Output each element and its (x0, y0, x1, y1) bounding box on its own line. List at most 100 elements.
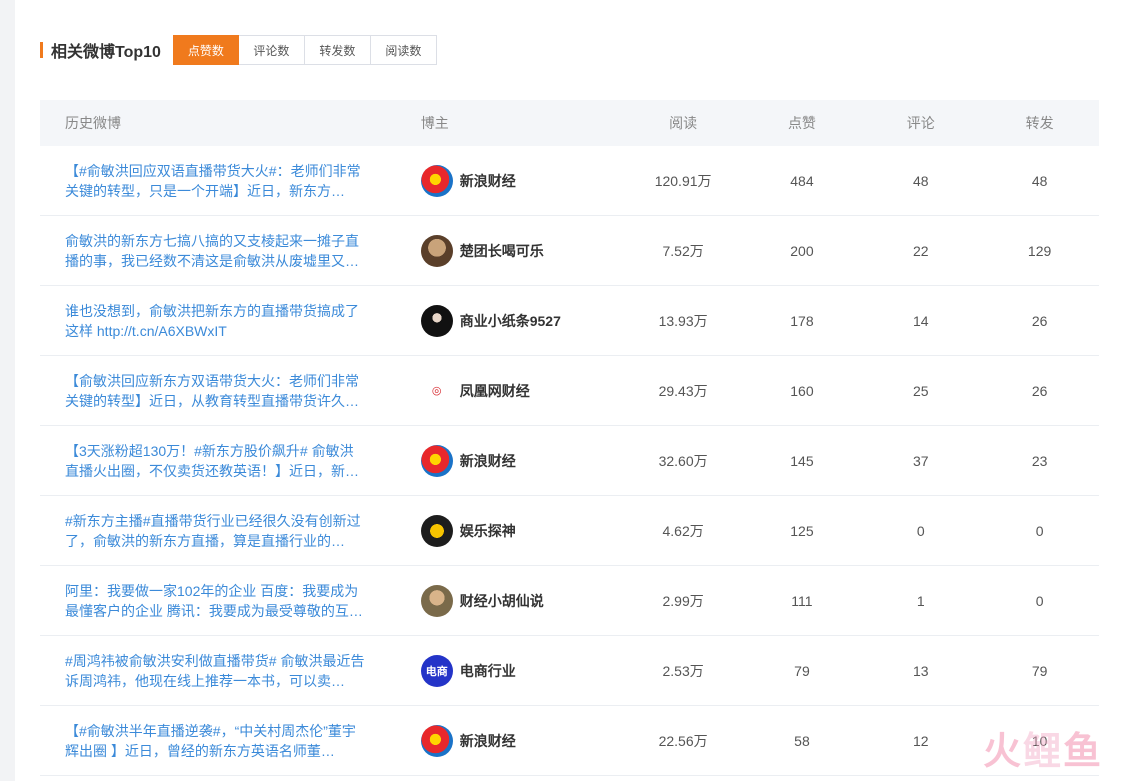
table-row: #新东方主播#直播带货行业已经很久没有创新过了，俞敏洪的新东方直播，算是直播行业… (40, 496, 1099, 566)
blogger-name[interactable]: 新浪财经 (460, 731, 516, 751)
top-weibo-table: 历史微博 博主 阅读 点赞 评论 转发 【#俞敏洪回应双语直播带货大火#：老师们… (40, 100, 1099, 776)
blogger-cell: 财经小胡仙说 (396, 584, 624, 617)
blogger-name[interactable]: 财经小胡仙说 (460, 591, 544, 611)
likes-value: 160 (790, 382, 814, 399)
section-title: 相关微博Top10 (51, 44, 161, 61)
weibo-link[interactable]: 阿里：我要做一家102年的企业 百度：我要成为最懂客户的企业 腾讯：我要成为最受… (65, 581, 365, 621)
table-row: 【3天涨粉超130万！#新东方股价飙升# 俞敏洪直播火出圈，不仅卖货还教英语！】… (40, 426, 1099, 496)
weibo-cell: 【俞敏洪回应新东方双语带货大火：老师们非常关键的转型】近日，从教育转型直播带货许… (40, 371, 396, 411)
weibo-link[interactable]: #周鸿祎被俞敏洪安利做直播带货# 俞敏洪最近告诉周鸿祎，他现在线上推荐一本书，可… (65, 651, 365, 691)
reads-value: 2.99万 (662, 592, 704, 609)
column-header-weibo: 历史微博 (65, 115, 121, 131)
left-sidebar-strip (0, 0, 15, 781)
column-header-comments: 评论 (906, 115, 935, 131)
ecommerce-logo-icon[interactable]: 电商 (420, 654, 453, 687)
blogger-name[interactable]: 楚团长喝可乐 (460, 241, 544, 261)
sort-tabs: 点赞数 评论数 转发数 阅读数 (172, 35, 437, 65)
reads-value: 32.60万 (658, 452, 708, 469)
tab-reads[interactable]: 阅读数 (370, 35, 437, 65)
blogger-cell: 新浪财经 (396, 724, 624, 757)
reads-value: 7.52万 (662, 242, 704, 259)
weibo-cell: 【3天涨粉超130万！#新东方股价飙升# 俞敏洪直播火出圈，不仅卖货还教英语！】… (40, 441, 396, 481)
weibo-link[interactable]: #新东方主播#直播带货行业已经很久没有创新过了，俞敏洪的新东方直播，算是直播行业… (65, 511, 365, 551)
entertainment-logo-icon[interactable] (420, 514, 453, 547)
blogger-name[interactable]: 新浪财经 (460, 451, 516, 471)
table-row: 俞敏洪的新东方七搞八搞的又支棱起来一摊子直播的事，我已经数不清这是俞敏洪从废墟里… (40, 216, 1099, 286)
reposts-value: 0 (1035, 522, 1044, 539)
reposts-value: 26 (1031, 382, 1048, 399)
weibo-cell: #周鸿祎被俞敏洪安利做直播带货# 俞敏洪最近告诉周鸿祎，他现在线上推荐一本书，可… (40, 651, 396, 691)
ifeng-logo-icon[interactable]: ◎ (420, 374, 453, 407)
reads-value: 120.91万 (654, 172, 712, 189)
reads-value: 2.53万 (662, 662, 704, 679)
blogger-name[interactable]: 娱乐探神 (460, 521, 516, 541)
reads-value: 22.56万 (658, 732, 708, 749)
watermark-char-3: 鱼 (1062, 729, 1103, 773)
reposts-value: 26 (1031, 312, 1048, 329)
weibo-cell: 谁也没想到，俞敏洪把新东方的直播带货搞成了这样 http://t.cn/A6XB… (40, 301, 396, 341)
blogger-name[interactable]: 凤凰网财经 (460, 381, 530, 401)
blogger-cell: 新浪财经 (396, 164, 624, 197)
tab-likes[interactable]: 点赞数 (172, 35, 239, 65)
likes-value: 79 (794, 662, 810, 679)
likes-value: 484 (790, 172, 814, 189)
table-row: 【俞敏洪回应新东方双语带货大火：老师们非常关键的转型】近日，从教育转型直播带货许… (40, 356, 1099, 426)
weibo-cell: 【#俞敏洪回应双语直播带货大火#：老师们非常关键的转型，只是一个开端】近日，新东… (40, 161, 396, 201)
comments-value: 22 (912, 242, 929, 259)
comments-value: 13 (912, 662, 929, 679)
blogger-name[interactable]: 新浪财经 (460, 171, 516, 191)
blogger-name[interactable]: 商业小纸条9527 (460, 311, 561, 331)
blogger-name[interactable]: 电商行业 (460, 661, 516, 681)
likes-value: 58 (794, 732, 810, 749)
likes-value: 111 (791, 592, 813, 609)
weibo-link[interactable]: 【3天涨粉超130万！#新东方股价飙升# 俞敏洪直播火出圈，不仅卖货还教英语！】… (65, 441, 365, 481)
likes-value: 178 (790, 312, 814, 329)
table-header: 历史微博 博主 阅读 点赞 评论 转发 (40, 100, 1099, 146)
blogger-cell: 电商 电商行业 (396, 654, 624, 687)
comments-value: 25 (912, 382, 929, 399)
monkey-avatar-icon[interactable] (420, 234, 453, 267)
weibo-link[interactable]: 【#俞敏洪半年直播逆袭#，“中关村周杰伦”董宇辉出圈 】近日，曾经的新东方英语名… (65, 721, 365, 761)
comments-value: 1 (916, 592, 925, 609)
weibo-cell: #新东方主播#直播带货行业已经很久没有创新过了，俞敏洪的新东方直播，算是直播行业… (40, 511, 396, 551)
blogger-cell: 商业小纸条9527 (396, 304, 624, 337)
likes-value: 200 (790, 242, 814, 259)
reposts-value: 129 (1027, 242, 1052, 259)
reads-value: 29.43万 (658, 382, 708, 399)
sina-eye-icon[interactable] (420, 724, 453, 757)
weibo-cell: 【#俞敏洪半年直播逆袭#，“中关村周杰伦”董宇辉出圈 】近日，曾经的新东方英语名… (40, 721, 396, 761)
watermark-logo: 火鲤鱼 (983, 720, 1103, 775)
table-row: 【#俞敏洪回应双语直播带货大火#：老师们非常关键的转型，只是一个开端】近日，新东… (40, 146, 1099, 216)
weibo-cell: 俞敏洪的新东方七搞八搞的又支棱起来一摊子直播的事，我已经数不清这是俞敏洪从废墟里… (40, 231, 396, 271)
weibo-link[interactable]: 俞敏洪的新东方七搞八搞的又支棱起来一摊子直播的事，我已经数不清这是俞敏洪从废墟里… (65, 231, 365, 271)
reads-value: 13.93万 (658, 312, 708, 329)
person-avatar-icon[interactable] (420, 304, 453, 337)
section-accent-bar (40, 42, 43, 58)
watermark-char-2: 鲤 (1022, 729, 1063, 773)
sina-eye-icon[interactable] (420, 164, 453, 197)
column-header-reposts: 转发 (1025, 115, 1054, 131)
weibo-cell: 阿里：我要做一家102年的企业 百度：我要成为最懂客户的企业 腾讯：我要成为最受… (40, 581, 396, 621)
table-body: 【#俞敏洪回应双语直播带货大火#：老师们非常关键的转型，只是一个开端】近日，新东… (40, 146, 1099, 776)
blogger-cell: 新浪财经 (396, 444, 624, 477)
table-row: 谁也没想到，俞敏洪把新东方的直播带货搞成了这样 http://t.cn/A6XB… (40, 286, 1099, 356)
weibo-link[interactable]: 谁也没想到，俞敏洪把新东方的直播带货搞成了这样 http://t.cn/A6XB… (65, 301, 365, 341)
sina-eye-icon[interactable] (420, 444, 453, 477)
weibo-link[interactable]: 【#俞敏洪回应双语直播带货大火#：老师们非常关键的转型，只是一个开端】近日，新东… (65, 161, 365, 201)
likes-value: 145 (790, 452, 814, 469)
comments-value: 37 (912, 452, 929, 469)
column-header-blogger: 博主 (420, 115, 449, 131)
table-row: 阿里：我要做一家102年的企业 百度：我要成为最懂客户的企业 腾讯：我要成为最受… (40, 566, 1099, 636)
tab-reposts[interactable]: 转发数 (304, 35, 371, 65)
reposts-value: 48 (1031, 172, 1048, 189)
comments-value: 48 (912, 172, 929, 189)
comments-value: 12 (912, 732, 929, 749)
column-header-reads: 阅读 (669, 115, 698, 131)
woman-avatar-icon[interactable] (420, 584, 453, 617)
likes-value: 125 (790, 522, 814, 539)
watermark-char-1: 火 (982, 729, 1023, 773)
comments-value: 14 (912, 312, 929, 329)
weibo-link[interactable]: 【俞敏洪回应新东方双语带货大火：老师们非常关键的转型】近日，从教育转型直播带货许… (65, 371, 365, 411)
reposts-value: 23 (1031, 452, 1048, 469)
tab-comments[interactable]: 评论数 (238, 35, 305, 65)
